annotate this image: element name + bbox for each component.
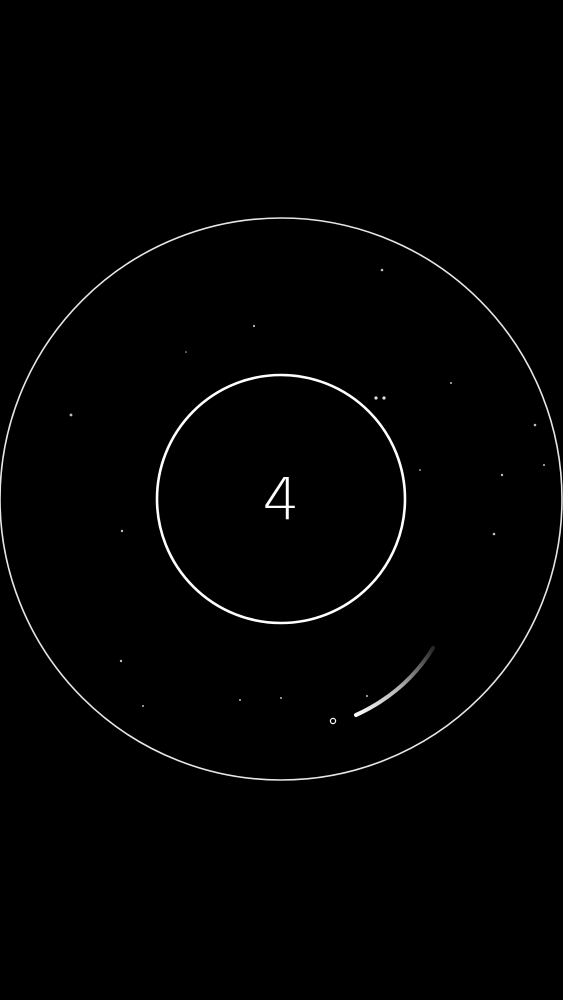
- dust-field: [69, 268, 545, 707]
- dust-particle: [450, 382, 452, 384]
- dust-particle: [142, 705, 144, 707]
- dust-particle: [543, 464, 545, 466]
- dust-particle: [185, 351, 187, 353]
- dust-particle: [500, 473, 504, 477]
- game-canvas[interactable]: 4: [0, 0, 563, 1000]
- dust-particle: [382, 396, 386, 400]
- dust-particle: [419, 469, 421, 471]
- dust-particle: [69, 413, 73, 417]
- game-stage[interactable]: 4: [0, 0, 563, 1000]
- comet-trail: [354, 646, 435, 717]
- player-comet[interactable]: [329, 646, 435, 725]
- dust-particle: [120, 529, 124, 533]
- dust-particle: [380, 268, 384, 272]
- dust-particle: [533, 423, 537, 427]
- dust-particle: [239, 699, 241, 701]
- dust-particle: [280, 697, 282, 699]
- score-counter: 4: [263, 465, 300, 533]
- dust-particle: [119, 659, 123, 663]
- dust-particle: [374, 396, 378, 400]
- dust-particle: [492, 532, 496, 536]
- player-orb[interactable]: [329, 717, 337, 725]
- dust-particle: [252, 324, 256, 328]
- dust-particle: [366, 695, 368, 697]
